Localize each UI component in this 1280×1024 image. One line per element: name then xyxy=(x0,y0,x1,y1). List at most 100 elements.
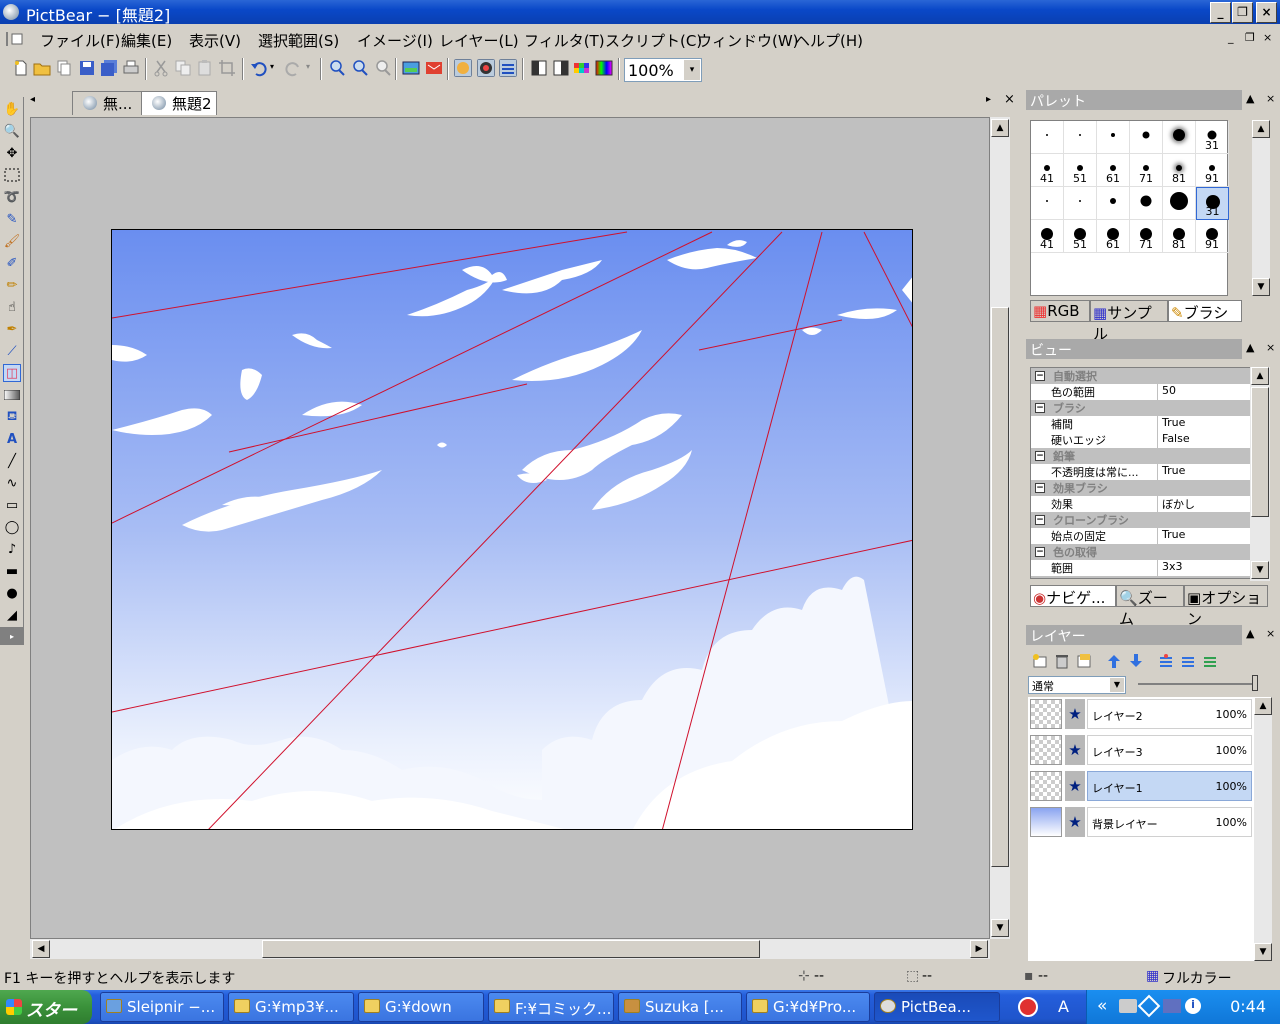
rect-select-tool-icon[interactable] xyxy=(3,166,21,184)
tray-expand-icon[interactable]: « xyxy=(1097,996,1107,1016)
tab-sample[interactable]: ▦サンプル xyxy=(1090,300,1168,343)
fill-tool-icon[interactable]: ⛾ xyxy=(3,408,21,426)
ime-indicator[interactable]: A xyxy=(1058,997,1069,1016)
property-row[interactable]: 色の範囲 50 xyxy=(1031,384,1251,400)
brush-preset[interactable] xyxy=(1097,121,1130,154)
lasso-tool-icon[interactable]: ➰ xyxy=(3,188,21,206)
property-value[interactable]: True xyxy=(1157,464,1185,480)
collapse-icon[interactable]: − xyxy=(1035,403,1045,413)
zoom-actual-icon[interactable] xyxy=(374,59,392,77)
layer-info[interactable]: レイヤー2 100% xyxy=(1087,699,1252,729)
crop-icon[interactable] xyxy=(218,59,236,77)
tab-brush[interactable]: ✎ブラシ xyxy=(1168,300,1242,322)
flatten-image-icon[interactable] xyxy=(1202,653,1218,669)
text-tool-icon[interactable]: A xyxy=(3,430,21,448)
layer-info[interactable]: レイヤー1 100% xyxy=(1087,771,1252,801)
open-folder-icon[interactable] xyxy=(33,59,51,77)
property-value[interactable]: True xyxy=(1157,528,1185,544)
brush-preset[interactable] xyxy=(1031,121,1064,154)
document-menu-icon[interactable] xyxy=(4,31,24,47)
layer-close-icon[interactable]: × xyxy=(1266,627,1275,640)
eyedropper-tool-icon[interactable]: ⟋ xyxy=(3,342,21,360)
layer-visibility-icon[interactable]: ★ xyxy=(1065,735,1085,765)
effect-brush-tool-icon[interactable]: ✐ xyxy=(3,254,21,272)
move-tool-icon[interactable]: ✥ xyxy=(3,144,21,162)
paint-brush-tool-icon[interactable]: 🖌 xyxy=(3,232,21,250)
property-category[interactable]: −グラデーション xyxy=(1031,576,1251,578)
gradient-tool-icon[interactable] xyxy=(3,386,21,404)
property-row[interactable]: 硬いエッジ False xyxy=(1031,432,1251,448)
move-layer-down-icon[interactable] xyxy=(1128,653,1144,669)
brush-preset[interactable]: 51 xyxy=(1064,154,1097,187)
brush-preset[interactable]: 41 xyxy=(1031,220,1064,253)
vertical-scroll-thumb[interactable] xyxy=(991,307,1009,867)
mdi-minimize-button[interactable]: _ xyxy=(1228,31,1234,44)
property-value[interactable]: ぼかし xyxy=(1157,496,1195,512)
mdi-close-button[interactable]: × xyxy=(1263,31,1272,44)
task-mp3-folder[interactable]: G:¥mp3¥... xyxy=(228,992,354,1022)
scroll-up-icon[interactable]: ▲ xyxy=(991,119,1009,137)
camera-tray-icon[interactable] xyxy=(1119,999,1137,1013)
brush-preset[interactable] xyxy=(1064,187,1097,220)
property-value[interactable]: True xyxy=(1157,416,1185,432)
new-layer-icon[interactable] xyxy=(1032,653,1048,669)
move-layer-up-icon[interactable] xyxy=(1106,653,1122,669)
zoom-select[interactable]: 100% ▾ xyxy=(624,58,702,82)
filled-ellipse-tool-icon[interactable]: ● xyxy=(3,584,21,602)
redo-icon[interactable] xyxy=(284,59,302,77)
zoom-in-icon[interactable] xyxy=(328,59,346,77)
rectangle-tool-icon[interactable]: ▭ xyxy=(3,496,21,514)
freeform-tool-icon[interactable]: ♪ xyxy=(3,540,21,558)
print-icon[interactable] xyxy=(122,59,140,77)
copy-icon[interactable] xyxy=(174,59,192,77)
brush-scroll-up-icon[interactable]: ▲ xyxy=(1252,120,1270,138)
close-button[interactable]: × xyxy=(1256,2,1277,23)
menu-help[interactable]: ヘルプ(H) xyxy=(795,30,863,51)
tool-expand-icon[interactable]: ▸ xyxy=(0,627,24,645)
task-comic-folder[interactable]: F:¥コミック... xyxy=(488,992,614,1022)
line-tool-icon[interactable]: ╱ xyxy=(3,452,21,470)
delete-layer-icon[interactable] xyxy=(1054,653,1070,669)
layer-scroll-up-icon[interactable]: ▲ xyxy=(1254,697,1272,715)
filled-freeform-tool-icon[interactable]: ◢ xyxy=(3,606,21,624)
palette-close-icon[interactable]: × xyxy=(1266,92,1275,105)
layer-visibility-icon[interactable]: ★ xyxy=(1065,807,1085,837)
opacity-slider-thumb[interactable] xyxy=(1252,675,1258,691)
collapse-icon[interactable]: − xyxy=(1035,371,1045,381)
layer-pin-icon[interactable]: ▲ xyxy=(1246,627,1254,640)
menu-image[interactable]: イメージ(I) xyxy=(357,30,433,51)
brush-preset[interactable] xyxy=(1031,187,1064,220)
layer-info[interactable]: 背景レイヤー 100% xyxy=(1087,807,1252,837)
brush-preset[interactable]: 61 xyxy=(1097,154,1130,187)
view-pin-icon[interactable]: ▲ xyxy=(1246,341,1254,354)
layer-properties-icon[interactable] xyxy=(1076,653,1092,669)
undo-dropdown-icon[interactable]: ▾ xyxy=(270,62,274,71)
brush-preset[interactable] xyxy=(1130,187,1163,220)
zoom-tool-icon[interactable]: 🔍 xyxy=(3,122,21,140)
layer-visibility-icon[interactable]: ★ xyxy=(1065,699,1085,729)
layer-row[interactable]: ★ レイヤー2 100% xyxy=(1030,697,1252,731)
task-suzuka[interactable]: Suzuka [... xyxy=(618,992,742,1022)
property-row[interactable]: 範囲 3x3 xyxy=(1031,560,1251,576)
task-down-folder[interactable]: G:¥down xyxy=(358,992,484,1022)
opacity-slider[interactable] xyxy=(1138,675,1258,691)
mdi-restore-button[interactable]: ❐ xyxy=(1245,31,1255,44)
menu-select[interactable]: 選択範囲(S) xyxy=(258,30,339,51)
menu-layer[interactable]: レイヤー(L) xyxy=(439,30,519,51)
brush-preset[interactable] xyxy=(1130,121,1163,154)
redo-dropdown-icon[interactable]: ▾ xyxy=(306,62,310,71)
bg-color-icon[interactable] xyxy=(552,59,570,77)
image-canvas[interactable] xyxy=(111,229,913,830)
property-value[interactable]: 3x3 xyxy=(1157,560,1183,576)
tab-close-icon[interactable]: × xyxy=(1004,92,1015,107)
prop-scroll-thumb[interactable] xyxy=(1251,387,1269,517)
brush-preset[interactable]: 31 xyxy=(1196,121,1229,154)
palette-pin-icon[interactable]: ▲ xyxy=(1246,92,1254,105)
brush-preset[interactable]: 91 xyxy=(1196,154,1229,187)
zoom-out-icon[interactable] xyxy=(351,59,369,77)
minimize-button[interactable]: _ xyxy=(1210,2,1231,23)
layer-scroll-down-icon[interactable]: ▼ xyxy=(1254,943,1272,961)
menu-window[interactable]: ウィンドウ(W) xyxy=(697,30,799,51)
brush-preset[interactable] xyxy=(1064,121,1097,154)
task-pictbear[interactable]: PictBea... xyxy=(874,992,1000,1022)
